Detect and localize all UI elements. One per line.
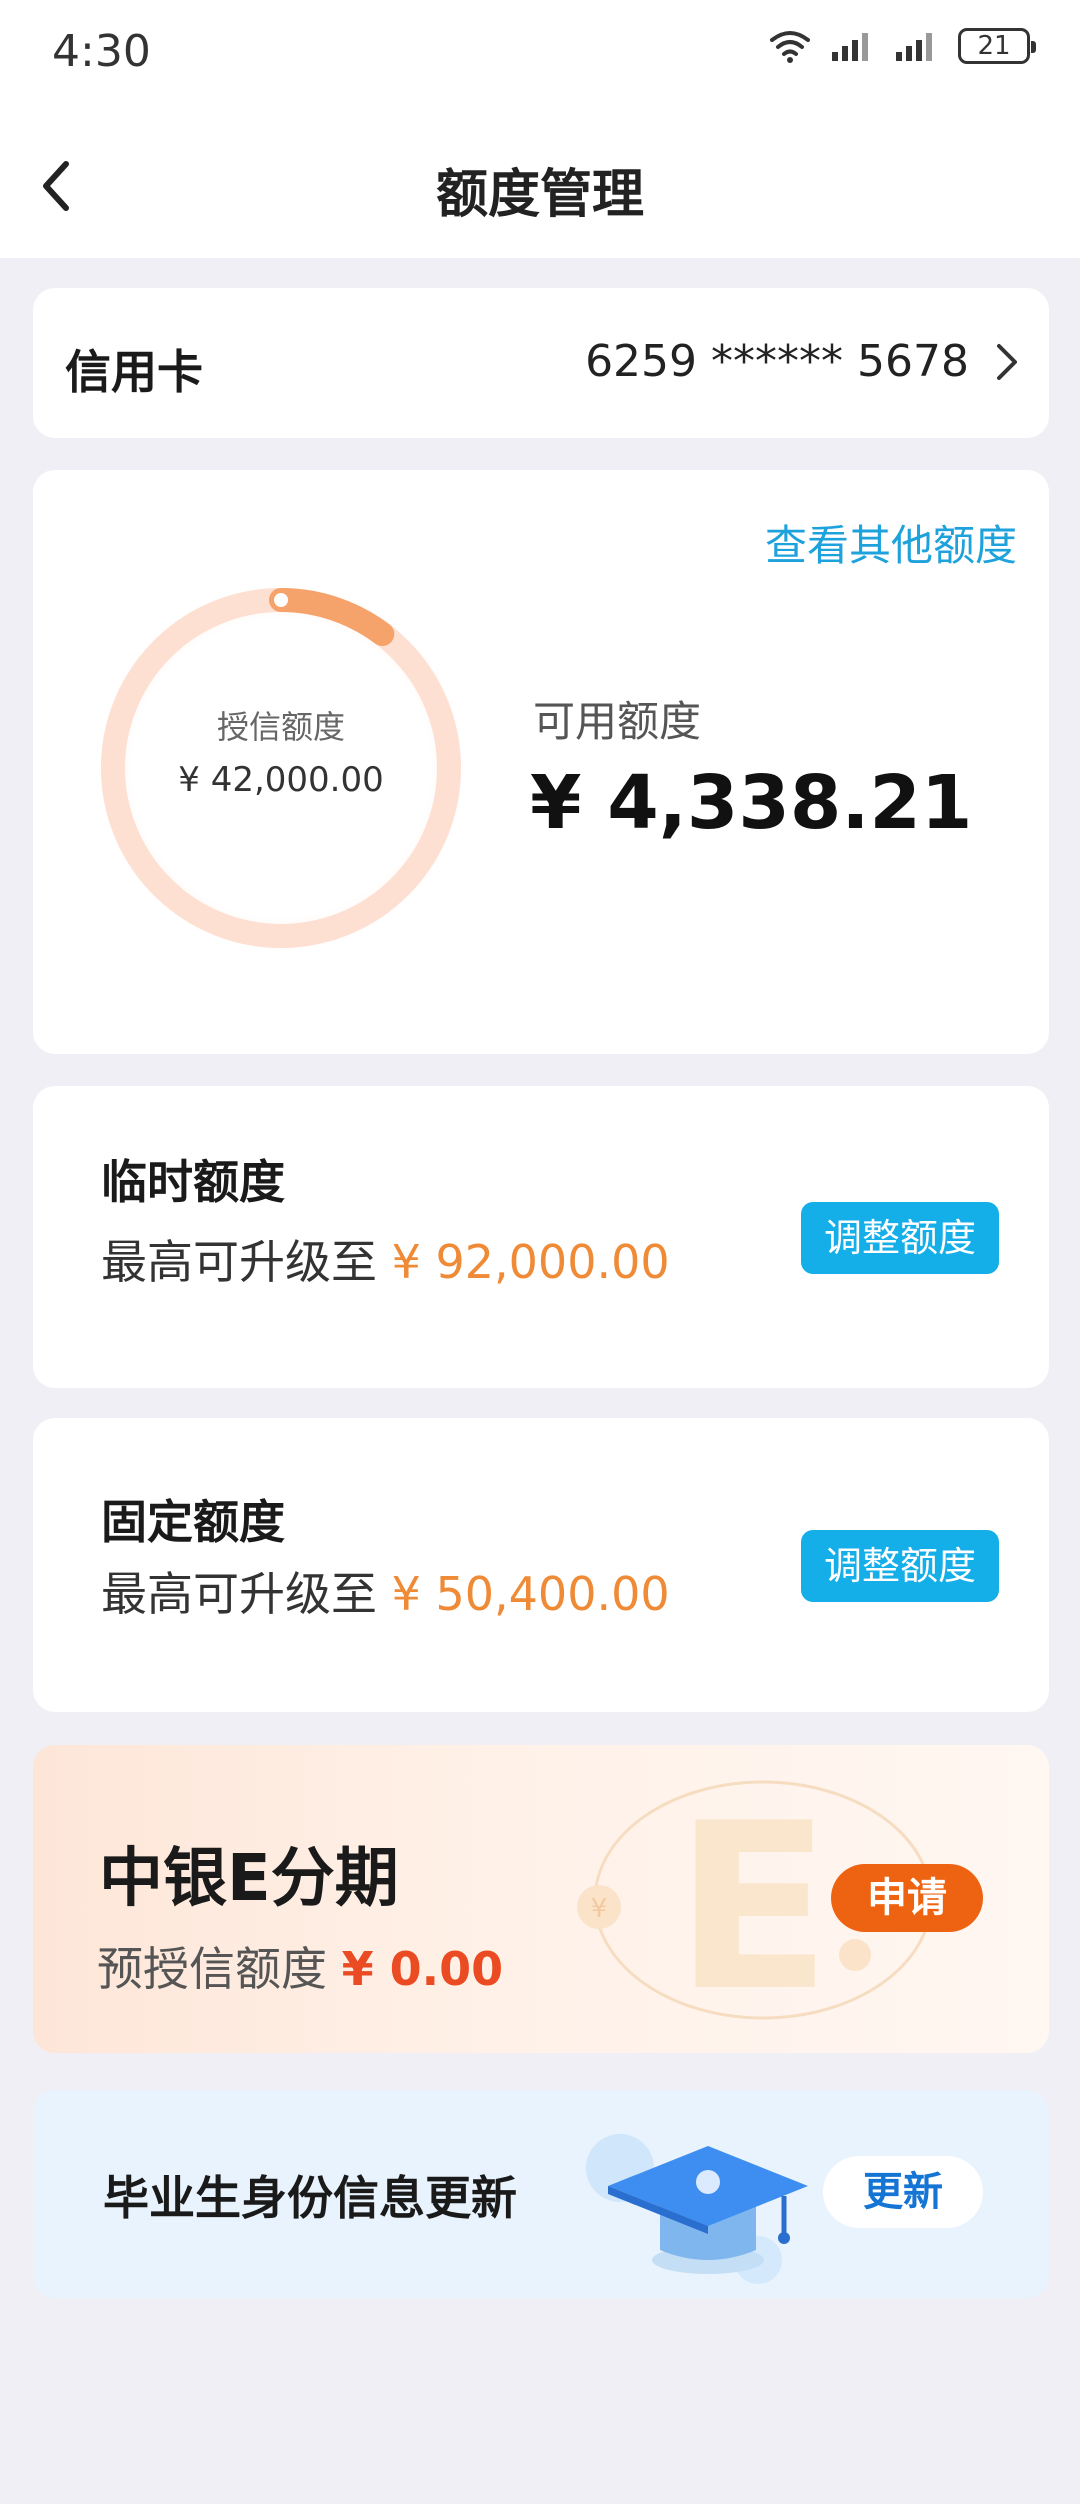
upgrade-label: 最高可升级至 [101, 1567, 377, 1621]
page-title: 额度管理 [435, 165, 644, 225]
graduate-update-title: 毕业生身份信息更新 [103, 2171, 517, 2225]
graduate-update-card[interactable]: 毕业生身份信息更新 更新 [33, 2090, 1049, 2298]
e-installment-title: 中银E分期 [99, 1842, 399, 1916]
svg-text:E: E [674, 1775, 831, 2035]
upgrade-label: 最高可升级至 [101, 1235, 377, 1289]
arc-start-dot [274, 593, 288, 607]
battery-icon: 21 [958, 28, 1036, 64]
card-number: 6259 ****** 5678 [585, 336, 969, 387]
view-other-limits-link[interactable]: 查看其他额度 [765, 512, 1017, 573]
credit-limit-label: 授信额度 [216, 708, 345, 746]
signal-icon [896, 33, 932, 61]
pre-credit-amount: ¥ 0.00 [341, 1942, 504, 1996]
signal-icon [832, 33, 868, 61]
fixed-limit-card: 固定额度 最高可升级至 ¥ 50,400.00 调整额度 [33, 1418, 1049, 1712]
temporary-limit-card: 临时额度 最高可升级至 ¥ 92,000.00 调整额度 [33, 1086, 1049, 1388]
pre-credit-label: 预授信额度 [97, 1942, 327, 1996]
chevron-right-icon [997, 344, 1017, 380]
adjust-fixed-limit-button[interactable]: 调整额度 [801, 1530, 999, 1602]
temporary-limit-amount: ¥ 92,000.00 [391, 1235, 670, 1289]
limit-overview-card: 查看其他额度 授信额度 ¥ 42,000.00 可用额度 ¥ 4,338.21 [33, 470, 1049, 1054]
e-installment-subtitle: 预授信额度 ¥ 0.00 [97, 1933, 503, 1999]
fixed-limit-amount: ¥ 50,400.00 [391, 1567, 670, 1621]
update-button[interactable]: 更新 [823, 2156, 983, 2228]
temporary-limit-title: 临时额度 [101, 1155, 285, 1209]
graduation-cap-icon [586, 2134, 808, 2284]
status-time: 4:30 [52, 26, 151, 77]
card-type-label: 信用卡 [65, 345, 203, 399]
credit-limit-value: ¥ 42,000.00 [178, 760, 384, 800]
wifi-icon [770, 31, 810, 63]
apply-button[interactable]: 申请 [831, 1864, 983, 1932]
card-selector[interactable]: 信用卡 6259 ****** 5678 [33, 288, 1049, 438]
adjust-temporary-limit-button[interactable]: 调整额度 [801, 1202, 999, 1274]
available-limit-label: 可用额度 [533, 697, 702, 746]
svg-text:¥: ¥ [591, 1894, 608, 1924]
status-icons: 21 [768, 28, 1036, 64]
fixed-limit-title: 固定额度 [101, 1495, 285, 1549]
temporary-limit-subtitle: 最高可升级至 ¥ 92,000.00 [101, 1226, 670, 1292]
available-limit-value: ¥ 4,338.21 [530, 760, 973, 846]
e-installment-card[interactable]: E ¥ 中银E分期 预授信额度 ¥ 0.00 申请 [33, 1745, 1049, 2053]
fixed-limit-subtitle: 最高可升级至 ¥ 50,400.00 [101, 1558, 670, 1624]
